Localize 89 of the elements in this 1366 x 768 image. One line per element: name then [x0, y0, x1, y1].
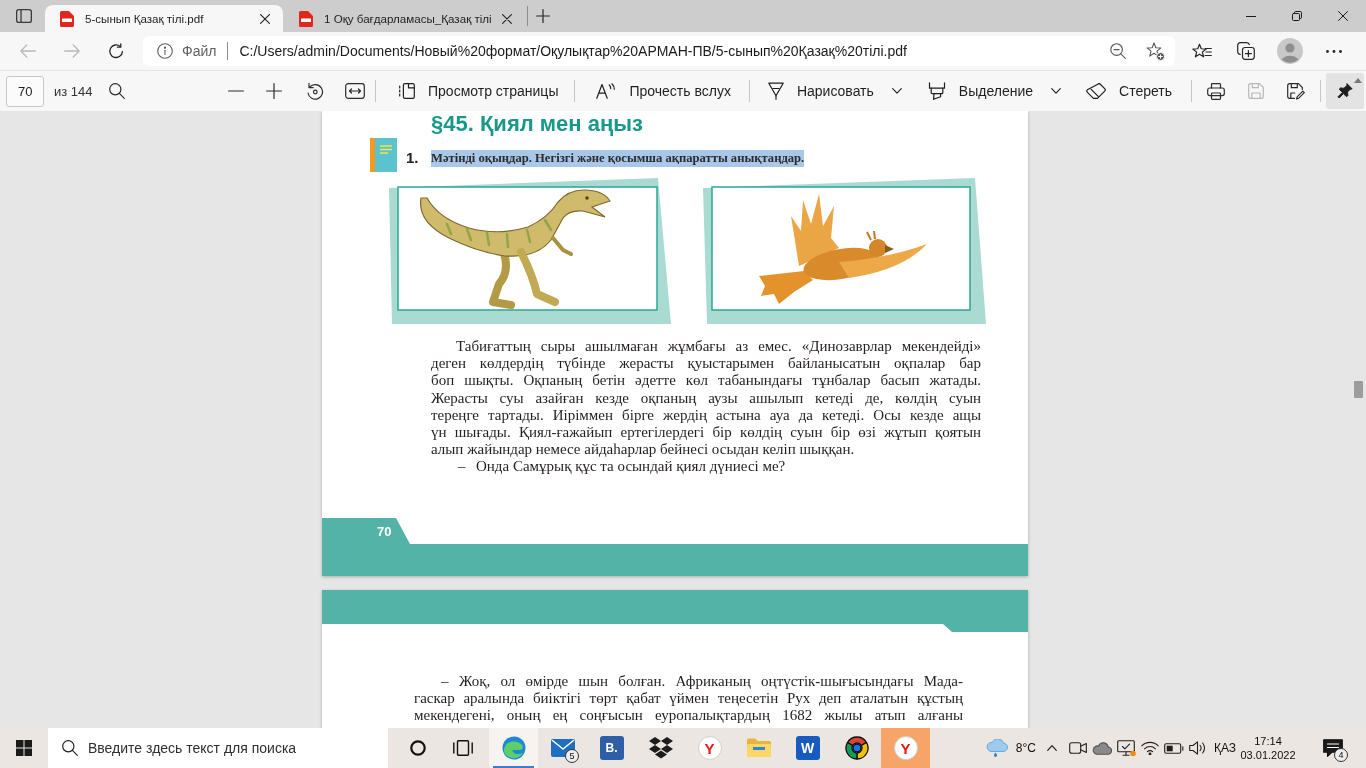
read-aloud-icon [596, 83, 617, 99]
page-number-field[interactable]: 70 [6, 75, 44, 107]
star-list-icon [1192, 43, 1212, 59]
page-number: 70 [377, 524, 392, 539]
window-icon [16, 9, 32, 23]
envelope-icon [550, 739, 575, 757]
eraser-icon [1086, 83, 1106, 99]
taskbar-app-button[interactable]: 5 [538, 728, 587, 768]
restore-icon [1292, 11, 1302, 21]
task-view-icon [452, 740, 473, 756]
plus-icon [536, 9, 550, 23]
pen-tip-icon [767, 82, 784, 100]
diamonds-icon [648, 737, 673, 759]
tricolor-circle-icon [844, 736, 869, 760]
back-arrow-icon [20, 44, 36, 58]
floppy-disk-pen-icon [1287, 82, 1305, 100]
monitor-icon[interactable] [1116, 739, 1136, 757]
search-icon [109, 83, 125, 99]
windows-logo-icon [16, 740, 32, 756]
profile-icon [1277, 38, 1303, 64]
search-icon [62, 740, 78, 756]
scroll-up-icon[interactable] [1354, 78, 1362, 83]
browser-tab[interactable]: 1 Оқу бағдарламасы_Қазақ тілі [287, 5, 525, 32]
star-plus-icon [1145, 41, 1165, 61]
taskbar-app-button[interactable]: B. [587, 728, 636, 768]
dialogue-paragraph: – Онда Самұрық құс та осындай қиял дүниесі ме? [457, 458, 787, 476]
printer-icon [1207, 82, 1225, 100]
document-icon [60, 10, 74, 27]
unread-badge: 5 [565, 749, 579, 763]
highlighter-icon [927, 82, 946, 100]
dialogue-paragraph: – Жоқ, ол өмірде шын болған. Африканың оңтүстік-шығысындағы Мада- гаскар аралында биіктігі төрт қабат үймен теңесетін Рух деп аталатын құстың мекендегені, оның ең соңғысын еуропалықтардың 1682 жылы атып алғаны [414, 673, 963, 725]
address-field[interactable]: Файл C:/Users/admin/Documents/Новый%20формат/Оқулықтар%20АРМАН-ПВ/5-сынып%20Қазақ%20тілі.pdf [143, 36, 1175, 66]
task-instruction: Мәтінді оқыңдар. Негізгі және қосымша ақпаратты анықтаңдар. [431, 150, 805, 167]
wifi-icon[interactable] [1141, 741, 1159, 755]
body-paragraph: Табиғаттың сыры ашылмаған жұмбағы аз емес. «Динозаврлар мекендейді» деген көлдердің түбінде жерасты қуыстарымен байланысатын оқпалар бар боп шықты. Оқпаның бетін әдетте көл табанындағы тұнбалар басып жатады. Жерасты суы азайған кезде оқпаның аузы ашылып кетеді де, көлдің суын тереңге тартады. Иіріммен бірге жердің астына ауа да кетеді. Осы кезде ащы үн шығады. Қиял-ғажайып ертегілердегі бір көлдің суын бір өзі жұтып қоятын алып жайындар немесе айдаһарлар бейнесі осыдан келіп шыққан. [431, 338, 981, 459]
scrollbar-thumb[interactable] [1353, 381, 1363, 398]
letter-circle-icon: Y [893, 736, 918, 760]
section-heading: §45. Қиял мен аңыз [431, 111, 643, 137]
clock-button[interactable]: 17:14 03.01.2022 [1240, 728, 1296, 768]
ring-icon [409, 740, 426, 756]
site-info-button[interactable]: Файл [157, 43, 217, 59]
close-icon [1338, 11, 1348, 21]
weather-button[interactable]: 8°C [985, 728, 1036, 768]
letter-tile-icon: W [795, 736, 820, 760]
battery-icon[interactable] [1164, 742, 1184, 754]
notification-badge: 4 [1334, 748, 1348, 762]
task-number: 1. [406, 147, 420, 166]
close-icon [502, 13, 512, 24]
tool-button[interactable]: Стереть [1078, 75, 1180, 107]
letter-circle-icon: Y [697, 736, 722, 760]
tool-button[interactable]: Прочесть вслух [588, 75, 739, 107]
info-icon [157, 43, 173, 59]
pin-icon [1337, 83, 1353, 99]
rain-cloud-icon [985, 739, 1008, 757]
floppy-disk-icon [1248, 83, 1264, 99]
speaker-icon[interactable] [1189, 741, 1207, 755]
url-text: C:/Users/admin/Documents/Новый%20формат/Оқулықтар%20АРМАН-ПВ/5-сынып%20Қазақ%20тілі.pdf [239, 43, 908, 59]
chevron-up-icon[interactable] [1047, 745, 1057, 751]
swirl-icon [501, 736, 526, 760]
tool-button[interactable]: Выделение [919, 75, 1069, 107]
notifications-button[interactable]: 4 [1310, 728, 1356, 768]
forward-arrow-icon [64, 44, 80, 58]
close-icon [260, 13, 270, 24]
taskbar-app-button[interactable]: W [783, 728, 832, 768]
more-icon [1326, 49, 1342, 53]
zoom-out-icon [1110, 43, 1126, 59]
minus-icon [228, 90, 244, 92]
taskbar-app-button[interactable]: Y [881, 728, 930, 768]
task-icon [370, 138, 397, 172]
minimize-icon [1246, 15, 1256, 17]
tool-button[interactable]: Нарисовать [759, 75, 910, 107]
page-view-icon [399, 83, 415, 99]
taskbar-app-button[interactable]: Y [685, 728, 734, 768]
collections-icon [1237, 42, 1255, 60]
rotate-icon [306, 82, 324, 100]
document-icon [299, 10, 313, 27]
refresh-icon [108, 43, 124, 59]
letter-tile-icon: B. [599, 736, 624, 760]
search-field[interactable]: Введите здесь текст для поиска [48, 728, 388, 768]
video-camera-icon[interactable] [1069, 742, 1087, 754]
fit-width-icon [345, 83, 365, 99]
browser-tab[interactable]: 5-сынып Қазақ тілі.pdf [45, 5, 283, 32]
pin-toolbar-button[interactable] [1326, 73, 1364, 109]
page-count: из 144 [54, 83, 94, 99]
plus-icon [266, 83, 282, 99]
cloud-icon[interactable] [1092, 741, 1112, 755]
folder-icon [746, 738, 771, 758]
tool-button[interactable]: Просмотр страницы [391, 75, 567, 107]
language-button[interactable]: ҚАЗ [1210, 728, 1240, 768]
